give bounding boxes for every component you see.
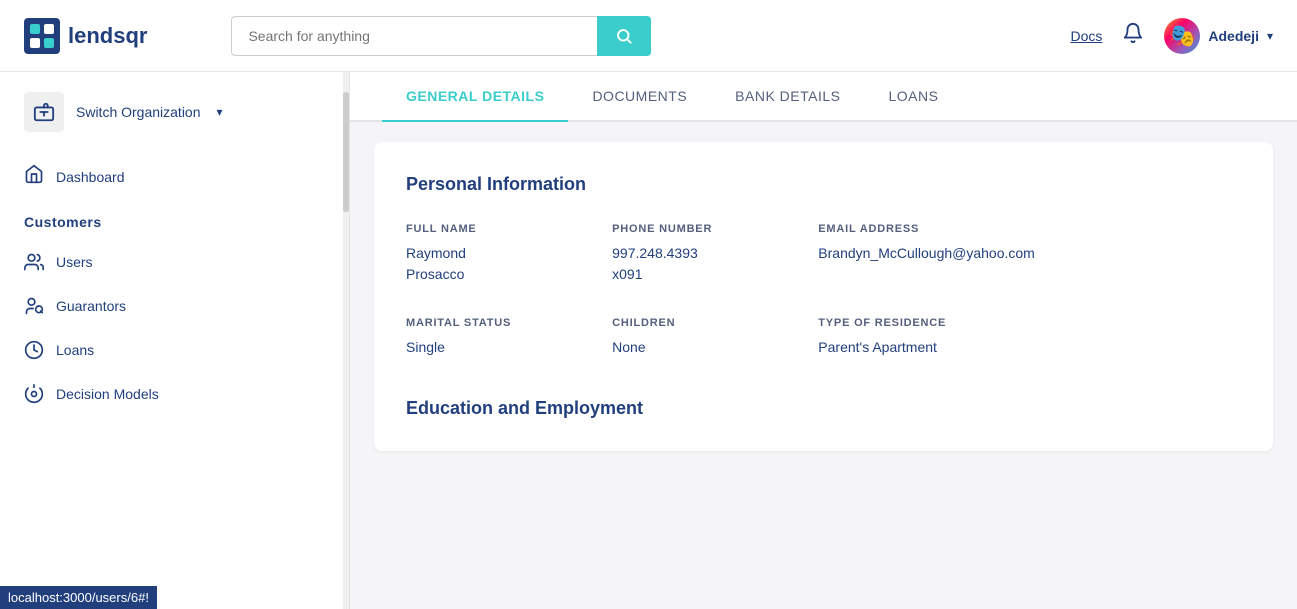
tab-loans[interactable]: Loans	[865, 72, 963, 122]
personal-info-title: Personal Information	[406, 174, 1241, 195]
residence-type-label: TYPE OF RESIDENCE	[818, 317, 1035, 329]
education-section-title: Education and Employment	[406, 398, 1241, 419]
tab-bank-details[interactable]: Bank Details	[711, 72, 864, 122]
field-residence-type: TYPE OF RESIDENCE Parent's Apartment	[818, 317, 1035, 358]
customers-section: Customers	[24, 214, 325, 232]
children-label: CHILDREN	[612, 317, 794, 329]
personal-info-card: Personal Information FULL NAME RaymondPr…	[374, 142, 1273, 451]
marital-status-label: MARITAL STATUS	[406, 317, 588, 329]
search-button[interactable]	[597, 16, 651, 56]
sidebar-scroll-thumb	[343, 92, 349, 212]
phone-number-value: 997.248.4393x091	[612, 243, 794, 285]
loans-icon	[24, 340, 44, 360]
phone-number-label: PHONE NUMBER	[612, 223, 794, 235]
briefcase-icon	[24, 92, 64, 132]
sidebar-scrollbar[interactable]	[343, 72, 349, 609]
users-label: Users	[56, 254, 93, 270]
field-email: EMAIL ADDRESS Brandyn_McCullough@yahoo.c…	[818, 223, 1035, 285]
email-value: Brandyn_McCullough@yahoo.com	[818, 243, 1035, 264]
residence-type-value: Parent's Apartment	[818, 337, 1035, 358]
logo-text: lendsqr	[68, 23, 147, 49]
bell-icon[interactable]	[1122, 22, 1144, 50]
guarantors-label: Guarantors	[56, 298, 126, 314]
guarantors-icon	[24, 296, 44, 316]
search-bar	[231, 16, 651, 56]
tab-documents[interactable]: Documents	[568, 72, 711, 122]
switch-org-chevron-icon: ▾	[217, 105, 223, 119]
decision-models-icon	[24, 384, 44, 404]
switch-org-label: Switch Organization	[76, 104, 201, 120]
users-icon	[24, 252, 44, 272]
home-icon	[24, 164, 44, 190]
sidebar: Switch Organization ▾ Dashboard Customer…	[0, 72, 350, 609]
avatar-wrap[interactable]: 🎭 Adedeji ▾	[1164, 18, 1273, 54]
status-bar: localhost:3000/users/6#!	[0, 586, 157, 609]
main-content: General Details Documents Bank Details L…	[350, 72, 1297, 609]
sidebar-item-decision-models[interactable]: Decision Models	[0, 372, 349, 416]
logo-icon	[24, 18, 60, 54]
header-right: Docs 🎭 Adedeji ▾	[1070, 18, 1273, 54]
field-children: CHILDREN None	[612, 317, 794, 358]
email-label: EMAIL ADDRESS	[818, 223, 1035, 235]
marital-status-value: Single	[406, 337, 588, 358]
full-name-label: FULL NAME	[406, 223, 588, 235]
field-empty1	[1059, 223, 1241, 285]
field-empty2	[1059, 317, 1241, 358]
tab-general-details[interactable]: General Details	[382, 72, 568, 122]
header: lendsqr Docs 🎭 Adedeji ▾	[0, 0, 1297, 72]
dashboard-label: Dashboard	[56, 169, 125, 185]
layout: Switch Organization ▾ Dashboard Customer…	[0, 72, 1297, 609]
notification-icon	[1122, 22, 1144, 44]
tabs-bar: General Details Documents Bank Details L…	[350, 72, 1297, 122]
customers-section-label: Customers	[24, 214, 102, 230]
search-input[interactable]	[231, 16, 597, 56]
avatar: 🎭	[1164, 18, 1200, 54]
sidebar-item-users[interactable]: Users	[0, 240, 349, 284]
field-marital-status: MARITAL STATUS Single	[406, 317, 588, 358]
personal-info-grid: FULL NAME RaymondProsacco PHONE NUMBER 9…	[406, 223, 1241, 358]
search-icon	[615, 27, 633, 45]
children-value: None	[612, 337, 794, 358]
chevron-down-icon: ▾	[1267, 29, 1273, 43]
decision-models-label: Decision Models	[56, 386, 159, 402]
loans-label: Loans	[56, 342, 94, 358]
logo[interactable]: lendsqr	[24, 18, 147, 54]
sidebar-item-loans[interactable]: Loans	[0, 328, 349, 372]
docs-link[interactable]: Docs	[1070, 28, 1102, 44]
sidebar-item-guarantors[interactable]: Guarantors	[0, 284, 349, 328]
full-name-value: RaymondProsacco	[406, 243, 588, 285]
field-phone-number: PHONE NUMBER 997.248.4393x091	[612, 223, 794, 285]
user-name: Adedeji	[1208, 28, 1259, 44]
dashboard-link[interactable]: Dashboard	[0, 152, 349, 202]
field-full-name: FULL NAME RaymondProsacco	[406, 223, 588, 285]
switch-org[interactable]: Switch Organization ▾	[0, 72, 349, 152]
